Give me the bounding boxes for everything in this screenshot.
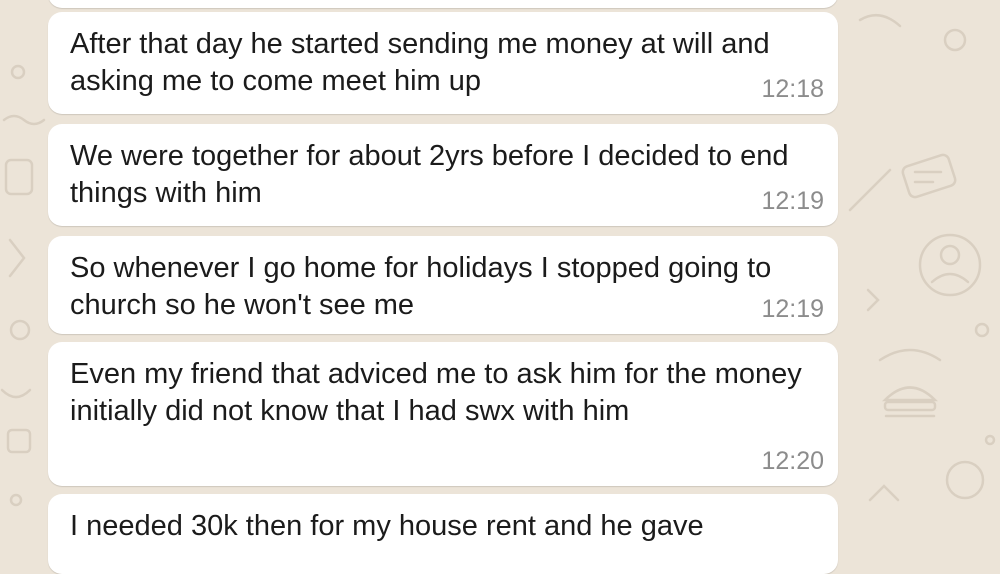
message-text: After that day he started sending me mon…	[70, 28, 770, 97]
message-time: 12:19	[761, 187, 824, 215]
message-bubble[interactable]: After that day he started sending me mon…	[48, 12, 838, 114]
message-time: 12:18	[761, 75, 824, 103]
message-time: 12:19	[761, 295, 824, 323]
previous-message-bubble[interactable]	[48, 0, 838, 8]
message-bubble[interactable]: We were together for about 2yrs before I…	[48, 124, 838, 226]
message-text: I needed 30k then for my house rent and …	[70, 510, 704, 542]
message-text: We were together for about 2yrs before I…	[70, 140, 789, 209]
message-text: Even my friend that adviced me to ask hi…	[70, 358, 802, 427]
chat-thread: After that day he started sending me mon…	[0, 0, 1000, 574]
message-bubble[interactable]: Even my friend that adviced me to ask hi…	[48, 342, 838, 486]
message-time: 12:20	[761, 447, 824, 475]
message-bubble[interactable]: So whenever I go home for holidays I sto…	[48, 236, 838, 334]
message-text: So whenever I go home for holidays I sto…	[70, 252, 772, 321]
message-bubble[interactable]: I needed 30k then for my house rent and …	[48, 494, 838, 574]
